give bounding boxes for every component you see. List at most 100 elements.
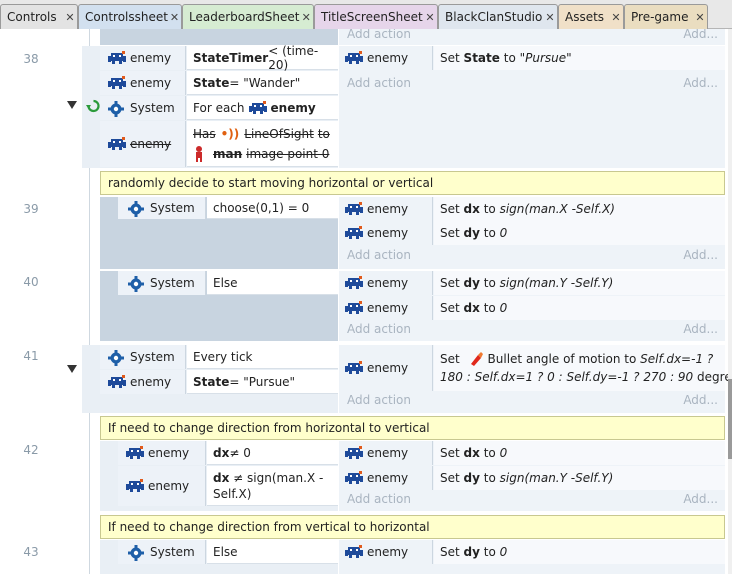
action-object-enemy[interactable]: enemy: [339, 197, 433, 221]
add-more-link[interactable]: Add...: [683, 248, 718, 262]
tab-blackclanstudio[interactable]: BlackClanStudio ✕: [438, 4, 558, 29]
tab-controls[interactable]: Controls ✕: [0, 4, 78, 29]
tab-pre-game[interactable]: Pre-game ✕: [624, 4, 708, 29]
condition-text[interactable]: Else: [207, 540, 338, 564]
collapse-arrow-icon[interactable]: [67, 99, 79, 111]
object-label: enemy: [130, 375, 172, 389]
invader-icon: [345, 301, 363, 315]
condition-expression: ≠ sign(man.X -: [229, 470, 324, 485]
tab-controlssheet[interactable]: Controlssheet ✕: [78, 4, 182, 29]
condition-text[interactable]: choose(0,1) = 0: [207, 197, 338, 219]
vertical-scrollbar[interactable]: [728, 29, 732, 574]
action-object-enemy[interactable]: enemy: [339, 296, 433, 320]
condition-text[interactable]: State = "Wander": [187, 71, 338, 95]
scrollbar-thumb[interactable]: [728, 379, 732, 459]
add-more-link[interactable]: Add...: [683, 76, 718, 90]
action-value: 180 : Self.dx=1 ? 0 : Self.dy=-1 ? 270 :…: [440, 370, 694, 384]
add-action-link[interactable]: Add action: [347, 29, 411, 41]
condition-text[interactable]: State = "Pursue": [187, 370, 338, 394]
add-more-link[interactable]: Add...: [683, 29, 718, 41]
add-more-link[interactable]: Add...: [683, 322, 718, 336]
action-object-enemy[interactable]: enemy: [339, 345, 433, 391]
close-icon[interactable]: ✕: [168, 11, 181, 24]
add-action-link[interactable]: Add action: [347, 76, 411, 90]
invader-icon: [345, 545, 363, 559]
condition-text[interactable]: Every tick: [187, 345, 338, 369]
close-icon[interactable]: ✕: [693, 11, 707, 24]
condition-object-system[interactable]: System: [118, 271, 206, 295]
action-object-enemy[interactable]: enemy: [339, 221, 433, 245]
action-text[interactable]: Set Bullet angle of motion to Self.dx=-1…: [434, 345, 732, 391]
object-label: enemy: [148, 446, 190, 460]
action-verb: Set: [440, 51, 460, 65]
action-text[interactable]: Set dx to 0: [434, 296, 725, 320]
condition-object-enemy[interactable]: enemy: [118, 466, 206, 506]
condition-text[interactable]: StateTimer < (time-20): [187, 44, 338, 72]
condition-object-system[interactable]: System: [100, 345, 186, 369]
tab-label: Controls: [7, 10, 57, 24]
collapse-arrow-icon[interactable]: [67, 363, 79, 375]
comment-text: If need to change direction from vertica…: [108, 520, 430, 534]
add-action-link[interactable]: Add action: [347, 492, 411, 506]
comment-row[interactable]: If need to change direction from horizon…: [100, 416, 725, 440]
action-text[interactable]: Set dy to sign(man.Y -Self.Y): [434, 466, 725, 490]
line-of-sight-icon: •)): [220, 126, 240, 141]
object-label: System: [150, 545, 195, 559]
condition-text[interactable]: For each enemy: [187, 96, 338, 120]
variable-name: dx: [463, 446, 480, 460]
condition-text[interactable]: dx ≠ 0: [207, 441, 338, 465]
add-more-link[interactable]: Add...: [683, 492, 718, 506]
condition-object-enemy[interactable]: enemy: [100, 71, 186, 95]
action-verb: Set: [440, 352, 460, 366]
add-action-link[interactable]: Add action: [347, 322, 411, 336]
disabled-condition-text[interactable]: Has •)) LineOfSight to man image point 0: [187, 121, 338, 167]
condition-object-enemy[interactable]: enemy: [100, 121, 186, 167]
variable-name: dy: [463, 471, 480, 485]
close-icon[interactable]: ✕: [300, 11, 314, 24]
action-text[interactable]: Set dy to 0: [434, 540, 725, 564]
object-name: enemy: [270, 100, 316, 115]
gear-icon: [128, 201, 146, 217]
condition-object-system[interactable]: System: [118, 540, 206, 564]
close-icon[interactable]: ✕: [543, 11, 557, 24]
condition-object-enemy[interactable]: enemy: [100, 370, 186, 394]
action-value: 0: [499, 226, 508, 240]
close-icon[interactable]: ✕: [609, 11, 623, 24]
add-action-link[interactable]: Add action: [347, 393, 411, 407]
invader-icon: [345, 446, 363, 460]
add-action-link[interactable]: Add action: [347, 248, 411, 262]
tab-titlescreensheet[interactable]: TitleScreenSheet ✕: [314, 4, 438, 29]
tab-label: TitleScreenSheet: [321, 10, 423, 24]
condition-text[interactable]: Else: [207, 271, 338, 295]
tab-leaderboardsheet[interactable]: LeaderboardSheet ✕: [182, 4, 314, 29]
action-text[interactable]: Set dy to sign(man.Y -Self.Y): [434, 271, 725, 295]
object-label: enemy: [130, 51, 172, 65]
event-number: 42: [23, 443, 39, 457]
event-sheet: Add action Add... 38 enemy StateTimer < …: [0, 29, 732, 574]
condition-expression: Self.X): [213, 486, 252, 501]
tab-label: Controlssheet: [85, 10, 168, 24]
action-text[interactable]: Set dx to 0: [434, 441, 725, 465]
tab-assets[interactable]: Assets ✕: [558, 4, 624, 29]
action-object-enemy[interactable]: enemy: [339, 441, 433, 465]
close-icon[interactable]: ✕: [423, 11, 437, 24]
action-text[interactable]: Set State to "Pursue": [434, 46, 725, 70]
variable-name: dy: [463, 545, 480, 559]
comment-row[interactable]: randomly decide to start moving horizont…: [100, 171, 725, 195]
condition-object-enemy[interactable]: enemy: [118, 441, 206, 465]
action-object-enemy[interactable]: enemy: [339, 46, 433, 70]
condition-object-system[interactable]: System: [100, 96, 186, 120]
action-object-enemy[interactable]: enemy: [339, 271, 433, 295]
action-object-enemy[interactable]: enemy: [339, 466, 433, 490]
add-more-link[interactable]: Add...: [683, 393, 718, 407]
condition-object-enemy[interactable]: enemy: [100, 46, 186, 70]
object-label: enemy: [367, 202, 409, 216]
action-text[interactable]: Set dx to sign(man.X -Self.X): [434, 197, 725, 221]
action-text[interactable]: Set dy to 0: [434, 221, 725, 245]
player-icon: [193, 145, 205, 162]
close-icon[interactable]: ✕: [63, 11, 77, 24]
condition-text[interactable]: dx ≠ sign(man.X - Self.X): [207, 466, 338, 506]
condition-object-system[interactable]: System: [118, 197, 206, 219]
action-object-enemy[interactable]: enemy: [339, 540, 433, 564]
comment-row[interactable]: If need to change direction from vertica…: [100, 515, 725, 539]
